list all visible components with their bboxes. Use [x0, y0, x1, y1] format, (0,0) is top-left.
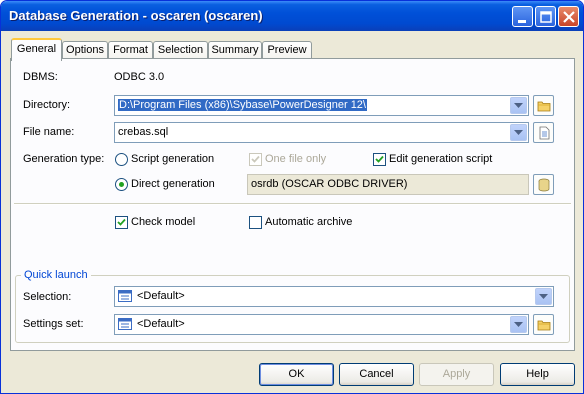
settings-list-icon: [118, 318, 132, 330]
automatic-archive-checkbox[interactable]: [249, 216, 262, 229]
directory-label: Directory:: [23, 99, 71, 111]
direct-generation-radio[interactable]: [115, 178, 128, 191]
folder-icon: [537, 320, 551, 331]
script-generation-radio[interactable]: [115, 153, 128, 166]
cancel-button[interactable]: Cancel: [339, 363, 414, 386]
settings-set-dropdown-button[interactable]: [510, 316, 527, 333]
browse-directory-button[interactable]: [533, 95, 554, 116]
maximize-icon: [540, 11, 552, 23]
browse-settings-button[interactable]: [533, 314, 554, 335]
directory-combobox[interactable]: D:\Program Files (x86)\Sybase\PowerDesig…: [114, 95, 529, 116]
close-icon: [563, 11, 575, 23]
separator: [14, 203, 571, 205]
maximize-button[interactable]: [535, 6, 556, 27]
document-icon: [539, 126, 550, 140]
check-model-checkbox[interactable]: [115, 216, 128, 229]
edit-generation-script-checkbox[interactable]: [373, 153, 386, 166]
tab-general[interactable]: General: [11, 38, 62, 61]
database-generation-dialog: Database Generation - oscaren (oscaren) …: [0, 0, 584, 394]
file-name-combobox[interactable]: crebas.sql: [114, 122, 529, 143]
minimize-button[interactable]: [512, 6, 533, 27]
directory-value: D:\Program Files (x86)\Sybase\PowerDesig…: [118, 99, 367, 111]
database-icon: [538, 178, 550, 192]
minimize-icon: [518, 20, 526, 23]
chevron-down-icon: [514, 322, 523, 327]
chevron-down-icon: [539, 294, 548, 299]
dbms-label: DBMS:: [23, 71, 58, 83]
close-button[interactable]: [558, 6, 579, 27]
datasource-value: osrdb (OSCAR ODBC DRIVER): [251, 178, 408, 190]
help-button[interactable]: Help: [500, 363, 575, 386]
quick-launch-title: Quick launch: [21, 269, 91, 281]
checkmark-icon: [251, 155, 260, 163]
generation-type-label: Generation type:: [23, 153, 105, 165]
folder-icon: [537, 101, 551, 112]
settings-set-combobox[interactable]: <Default>: [114, 314, 529, 335]
general-tab-panel: DBMS: ODBC 3.0 Directory: D:\Program Fil…: [10, 58, 575, 351]
selection-dropdown-button[interactable]: [535, 288, 552, 305]
chevron-down-icon: [514, 130, 523, 135]
one-file-only-checkbox[interactable]: [249, 153, 262, 166]
file-name-dropdown-button[interactable]: [510, 124, 527, 141]
apply-button[interactable]: Apply: [419, 363, 494, 386]
selection-list-icon: [118, 290, 132, 302]
title-bar[interactable]: Database Generation - oscaren (oscaren): [1, 1, 583, 31]
automatic-archive-label[interactable]: Automatic archive: [265, 216, 352, 228]
edit-generation-script-label[interactable]: Edit generation script: [389, 153, 492, 165]
checkmark-icon: [375, 155, 384, 163]
ok-button[interactable]: OK: [259, 363, 334, 386]
checkmark-icon: [117, 218, 126, 226]
file-properties-button[interactable]: [533, 122, 554, 143]
script-generation-label[interactable]: Script generation: [131, 153, 214, 165]
window-title: Database Generation - oscaren (oscaren): [9, 8, 263, 23]
dbms-value: ODBC 3.0: [114, 71, 165, 83]
one-file-only-label[interactable]: One file only: [265, 153, 326, 165]
connect-datasource-button[interactable]: [533, 174, 554, 195]
directory-dropdown-button[interactable]: [510, 97, 527, 114]
radio-selected-dot: [119, 182, 124, 187]
chevron-down-icon: [514, 103, 523, 108]
file-name-value: crebas.sql: [118, 126, 169, 138]
selection-combobox[interactable]: <Default>: [114, 286, 554, 307]
file-name-label: File name:: [23, 126, 75, 138]
selection-label: Selection:: [23, 291, 72, 303]
check-model-label[interactable]: Check model: [131, 216, 195, 228]
direct-generation-label[interactable]: Direct generation: [131, 178, 215, 190]
settings-set-label: Settings set:: [23, 318, 84, 330]
datasource-field: osrdb (OSCAR ODBC DRIVER): [247, 174, 529, 195]
